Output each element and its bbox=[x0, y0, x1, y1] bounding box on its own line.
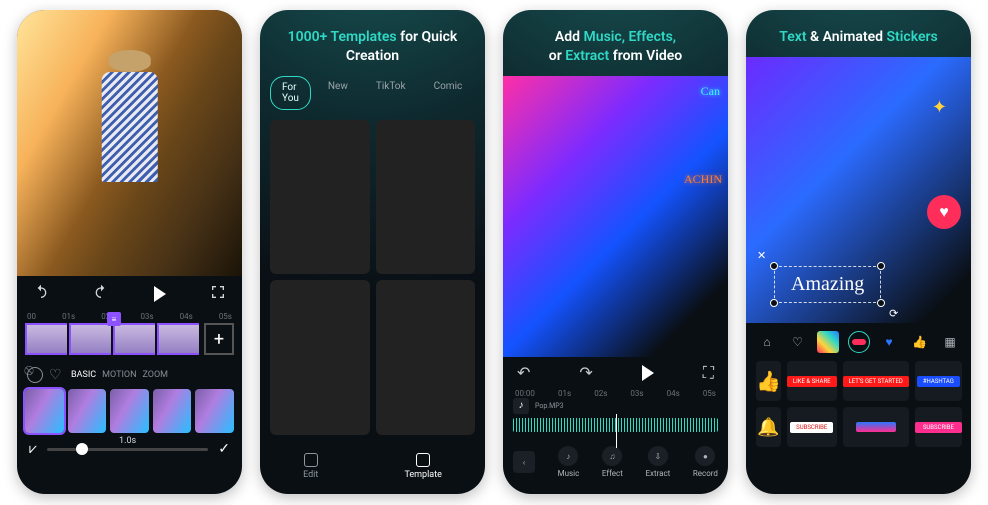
tab-motion[interactable]: MOTION bbox=[102, 370, 136, 380]
delete-handle-icon[interactable]: ✕ bbox=[757, 249, 766, 262]
music-note-icon[interactable]: ♪ bbox=[513, 398, 529, 414]
sticker-bell[interactable]: 🔔 bbox=[756, 407, 781, 447]
screenshot-editor: 0001s02s03s04s05s ≡ + ⃠ BASIC MOTION ZOO… bbox=[17, 10, 242, 494]
play-button[interactable] bbox=[642, 365, 654, 381]
resize-handle[interactable] bbox=[770, 299, 778, 307]
heart-sticker[interactable]: ♥ bbox=[927, 195, 961, 229]
video-preview[interactable]: Can ACHIN bbox=[503, 76, 728, 357]
template-card[interactable] bbox=[376, 120, 476, 275]
effect-thumb[interactable] bbox=[25, 389, 64, 433]
expand-icon[interactable]: ⛶ bbox=[703, 363, 714, 383]
music-icon: ♪ bbox=[558, 446, 578, 466]
speed-slider[interactable]: 1.0s bbox=[47, 448, 208, 451]
template-icon bbox=[416, 453, 430, 467]
effect-thumbnails bbox=[17, 389, 242, 433]
confirm-icon[interactable]: ✓ bbox=[218, 441, 230, 457]
video-preview[interactable] bbox=[17, 10, 242, 276]
headline: Add Music, Effects, or Extract from Vide… bbox=[503, 10, 728, 76]
speed-value: 1.0s bbox=[119, 436, 136, 446]
playhead[interactable] bbox=[616, 414, 618, 448]
sticker-item[interactable]: LET'S GET STARTED bbox=[843, 361, 909, 401]
screenshot-stickers: Text & Animated Stickers ✦ ♥ ✕ ⟳ Amazing… bbox=[746, 10, 971, 494]
rotate-handle-icon[interactable]: ⟳ bbox=[889, 307, 898, 320]
nav-template[interactable]: Template bbox=[404, 453, 441, 480]
tab-for-you[interactable]: For You bbox=[270, 76, 311, 110]
headline: 1000+ Templates for Quick Creation bbox=[260, 10, 485, 76]
overlay-text: Amazing bbox=[791, 273, 864, 295]
tab-new[interactable]: New bbox=[317, 76, 359, 110]
resize-handle[interactable] bbox=[877, 262, 885, 270]
tab-popular[interactable]: Popular bbox=[479, 76, 485, 110]
star-sticker[interactable]: ✦ bbox=[932, 97, 947, 118]
favorite-icon[interactable] bbox=[49, 367, 65, 383]
extract-icon: ⇩ bbox=[648, 446, 668, 466]
tab-store-icon[interactable]: ⌂ bbox=[756, 331, 778, 353]
effect-icon: ♫ bbox=[602, 446, 622, 466]
tab-like-icon[interactable]: ♥ bbox=[878, 331, 900, 353]
timeline-strip[interactable]: ≡ + bbox=[17, 323, 242, 361]
resize-handle[interactable] bbox=[770, 262, 778, 270]
template-category-tabs: For You New TikTok Comic Popular bbox=[260, 76, 485, 110]
edit-icon bbox=[304, 453, 318, 467]
sticker-hashtag[interactable]: #HASHTAG bbox=[915, 361, 962, 401]
headline: Text & Animated Stickers bbox=[746, 10, 971, 57]
tab-favorite-icon[interactable]: ♡ bbox=[787, 331, 809, 353]
audio-waveform[interactable] bbox=[513, 418, 718, 433]
screenshot-templates: 1000+ Templates for Quick Creation For Y… bbox=[260, 10, 485, 494]
video-preview[interactable]: ✦ ♥ ✕ ⟳ Amazing bbox=[746, 57, 971, 323]
tab-comic[interactable]: Comic bbox=[423, 76, 474, 110]
sticker-item[interactable]: SUBSCRIBE bbox=[915, 407, 962, 447]
tool-record[interactable]: ●Record bbox=[693, 446, 718, 478]
nav-edit[interactable]: Edit bbox=[303, 453, 318, 480]
effect-thumb[interactable] bbox=[153, 389, 192, 433]
back-button[interactable]: ‹ bbox=[513, 451, 535, 473]
tool-effect[interactable]: ♫Effect bbox=[602, 446, 623, 478]
tab-color-icon[interactable] bbox=[817, 331, 839, 353]
bell-icon: 🔔 bbox=[757, 417, 779, 438]
clip-tag-icon[interactable]: ≡ bbox=[107, 312, 121, 326]
template-card[interactable] bbox=[270, 280, 370, 435]
tab-grid-icon[interactable]: ▦ bbox=[939, 331, 961, 353]
track-name: Pop.MP3 bbox=[535, 402, 564, 410]
record-icon: ● bbox=[695, 446, 715, 466]
tab-stickers-icon[interactable] bbox=[848, 331, 870, 353]
tool-extract[interactable]: ⇩Extract bbox=[645, 446, 670, 478]
effect-thumb[interactable] bbox=[68, 389, 107, 433]
add-clip-button[interactable]: + bbox=[204, 323, 234, 355]
neon-text: ACHIN bbox=[684, 172, 722, 187]
tab-tiktok[interactable]: TikTok bbox=[365, 76, 417, 110]
preview-subject bbox=[64, 50, 195, 263]
screenshot-music: Add Music, Effects, or Extract from Vide… bbox=[503, 10, 728, 494]
undo-icon[interactable]: ↶ bbox=[517, 363, 530, 382]
tab-thumb-icon[interactable]: 👍 bbox=[909, 331, 931, 353]
effect-thumb[interactable] bbox=[110, 389, 149, 433]
effect-thumb[interactable] bbox=[195, 389, 234, 433]
resize-handle[interactable] bbox=[877, 299, 885, 307]
thumb-up-icon: 👍 bbox=[756, 369, 781, 393]
neon-text: Can bbox=[701, 84, 720, 99]
sticker-item[interactable] bbox=[843, 407, 909, 447]
timeline-ruler: 0001s02s03s04s05s bbox=[17, 312, 242, 323]
redo-icon[interactable] bbox=[93, 284, 109, 304]
tool-music[interactable]: ♪Music bbox=[558, 446, 580, 478]
timeline-ruler: 00:0001s02s03s04s05s bbox=[503, 389, 728, 398]
template-card[interactable] bbox=[270, 120, 370, 275]
sticker-item[interactable]: LIKE & SHARE bbox=[787, 361, 837, 401]
sticker-like[interactable]: 👍 bbox=[756, 361, 781, 401]
none-icon[interactable]: ⃠ bbox=[27, 367, 43, 383]
template-card[interactable] bbox=[376, 280, 476, 435]
tab-basic[interactable]: BASIC bbox=[71, 370, 96, 380]
play-button[interactable] bbox=[154, 286, 166, 302]
redo-icon[interactable]: ↷ bbox=[579, 363, 592, 382]
sticker-item[interactable]: SUBSCRIBE bbox=[787, 407, 837, 447]
text-overlay-selected[interactable]: ✕ ⟳ Amazing bbox=[774, 266, 881, 303]
expand-icon[interactable] bbox=[210, 284, 226, 304]
undo-icon[interactable] bbox=[33, 284, 49, 304]
apply-all-icon[interactable]: ⩗ bbox=[29, 441, 37, 457]
tab-zoom[interactable]: ZOOM bbox=[143, 370, 169, 380]
